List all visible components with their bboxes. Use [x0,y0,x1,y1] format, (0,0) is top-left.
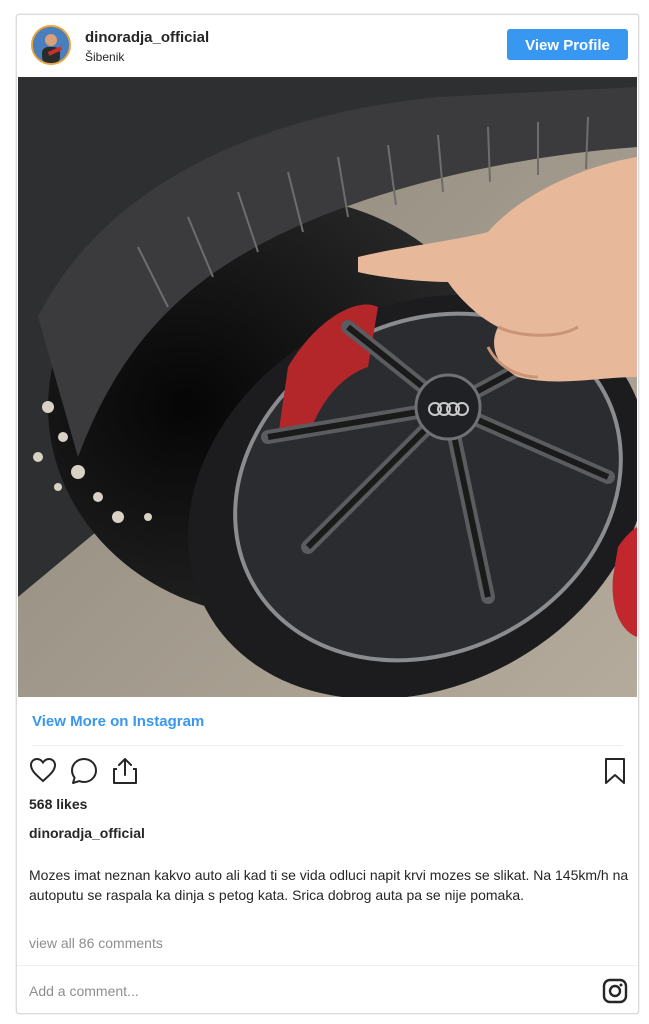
caption-username[interactable]: dinoradja_official [29,825,145,841]
instagram-icon[interactable] [602,978,628,1009]
post-username[interactable]: dinoradja_official [85,29,209,46]
post-photo[interactable] [18,77,637,697]
likes-count[interactable]: 568 likes [29,796,87,812]
flat-tire-photo [18,77,637,697]
view-profile-button[interactable]: View Profile [507,29,628,60]
share-icon[interactable] [112,757,138,790]
avatar[interactable] [31,25,71,65]
post-caption: Mozes imat neznan kakvo auto ali kad ti … [29,867,629,903]
instagram-post-card: dinoradja_official Šibenik View Profile [16,14,639,1014]
post-header: dinoradja_official Šibenik View Profile [17,15,638,77]
view-comments-link[interactable]: view all 86 comments [29,935,163,951]
comment-icon[interactable] [70,757,98,790]
view-more-link[interactable]: View More on Instagram [32,713,204,730]
divider [32,745,623,746]
heart-icon[interactable] [29,757,57,788]
bookmark-icon[interactable] [603,757,627,790]
divider [17,965,638,966]
post-location[interactable]: Šibenik [85,50,124,64]
add-comment-field[interactable]: Add a comment... [29,983,139,999]
avatar-image [33,27,69,63]
